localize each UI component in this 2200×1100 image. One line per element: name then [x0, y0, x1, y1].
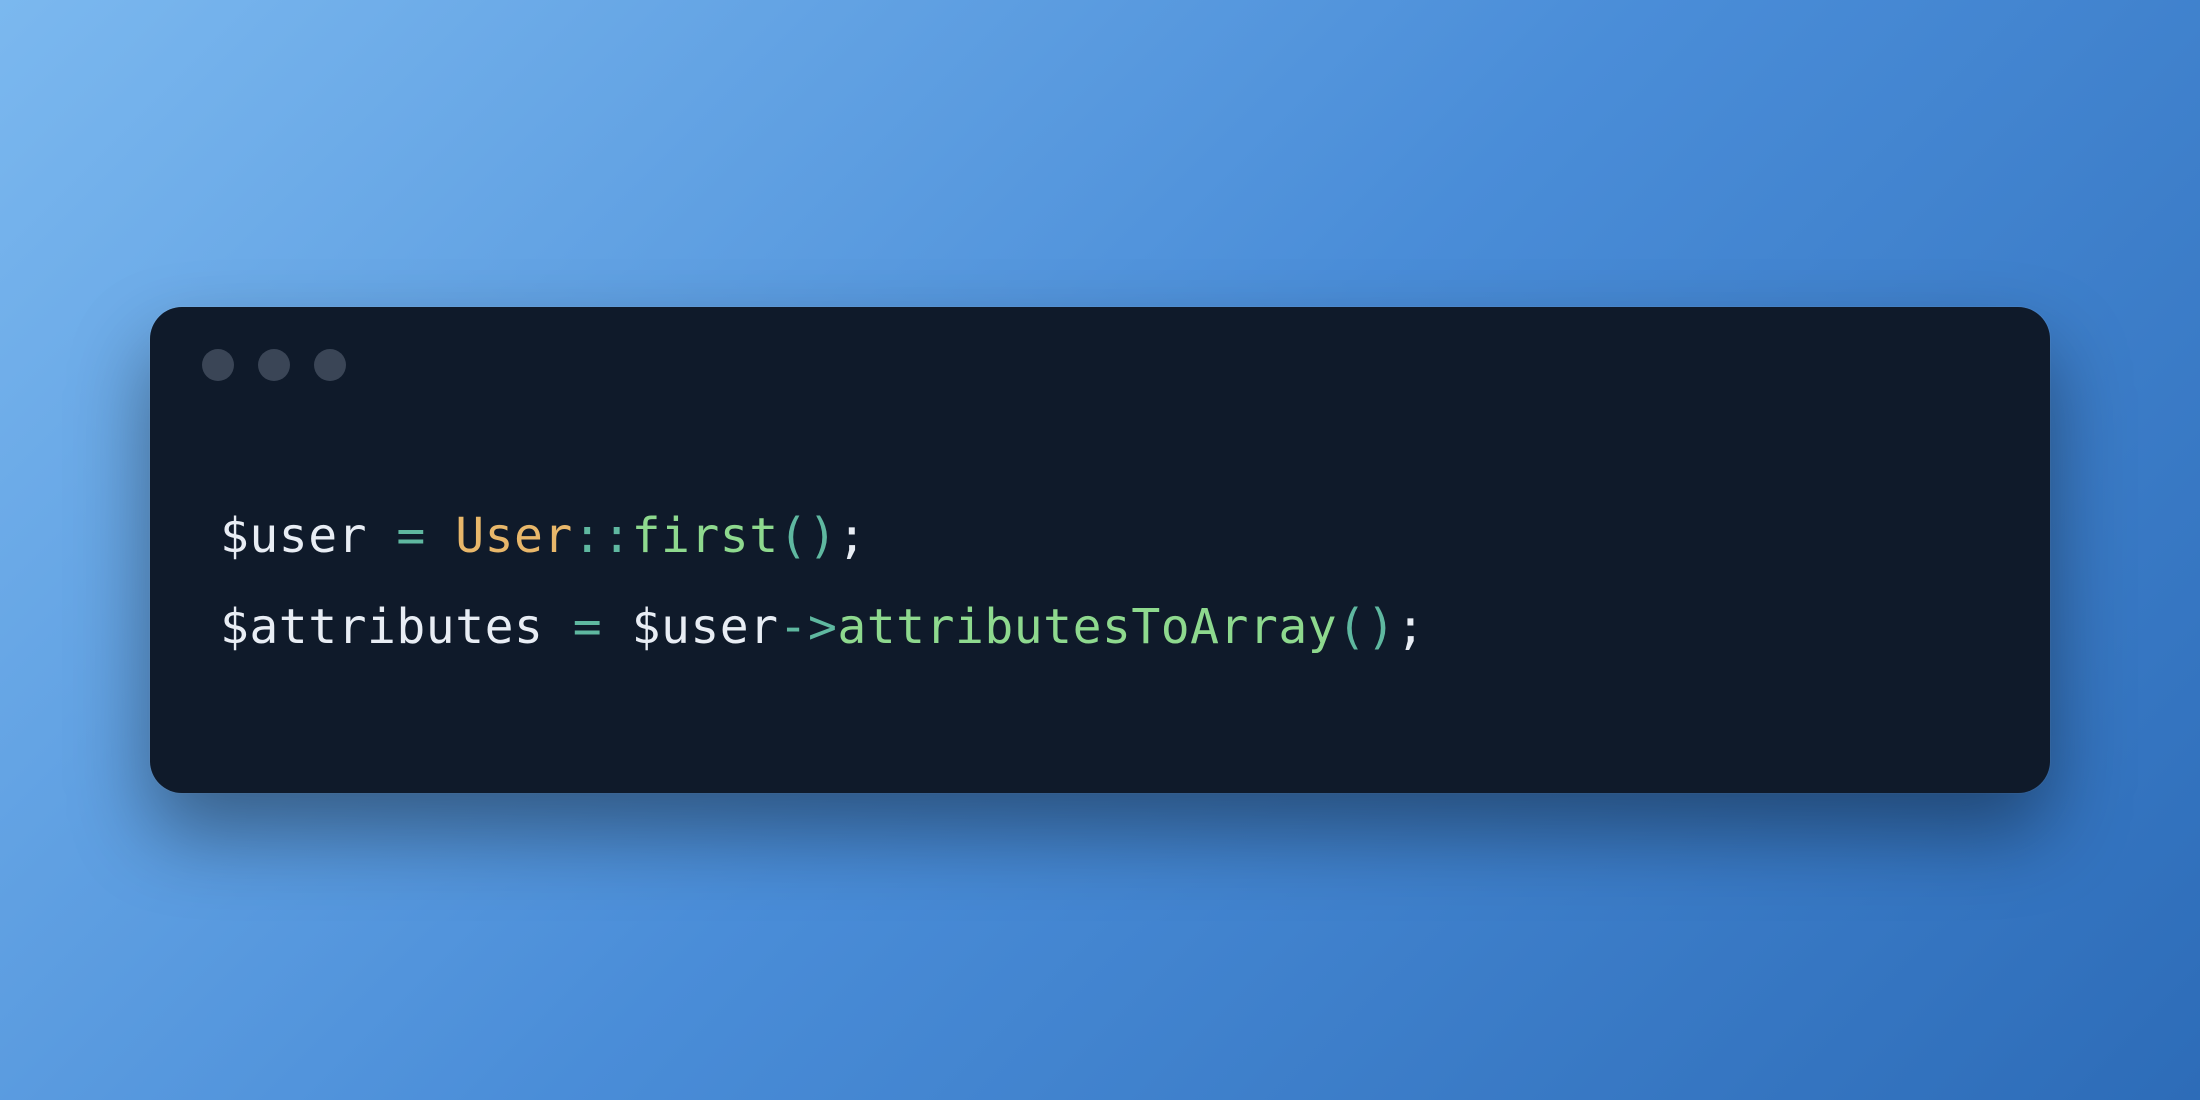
close-icon[interactable] — [202, 349, 234, 381]
code-window: $user = User::first();$attributes = $use… — [150, 307, 2050, 793]
maximize-icon[interactable] — [314, 349, 346, 381]
code-token: :: — [573, 508, 632, 564]
code-token: () — [1337, 599, 1396, 655]
window-titlebar — [150, 307, 2050, 381]
code-content: $user = User::first();$attributes = $use… — [150, 381, 2050, 793]
code-token: ; — [1396, 599, 1425, 655]
code-line: $user = User::first(); — [220, 491, 1980, 582]
code-token: $attributes — [220, 599, 573, 655]
code-token — [426, 508, 455, 564]
code-line: $attributes = $user->attributesToArray()… — [220, 582, 1980, 673]
code-token: User — [455, 508, 573, 564]
code-token: $user — [602, 599, 778, 655]
code-token: () — [779, 508, 838, 564]
code-token: attributesToArray — [837, 599, 1337, 655]
code-token: = — [396, 508, 425, 564]
code-token: = — [573, 599, 602, 655]
code-token: first — [632, 508, 779, 564]
code-token: $user — [220, 508, 396, 564]
minimize-icon[interactable] — [258, 349, 290, 381]
code-token: ; — [837, 508, 866, 564]
code-token: -> — [779, 599, 838, 655]
